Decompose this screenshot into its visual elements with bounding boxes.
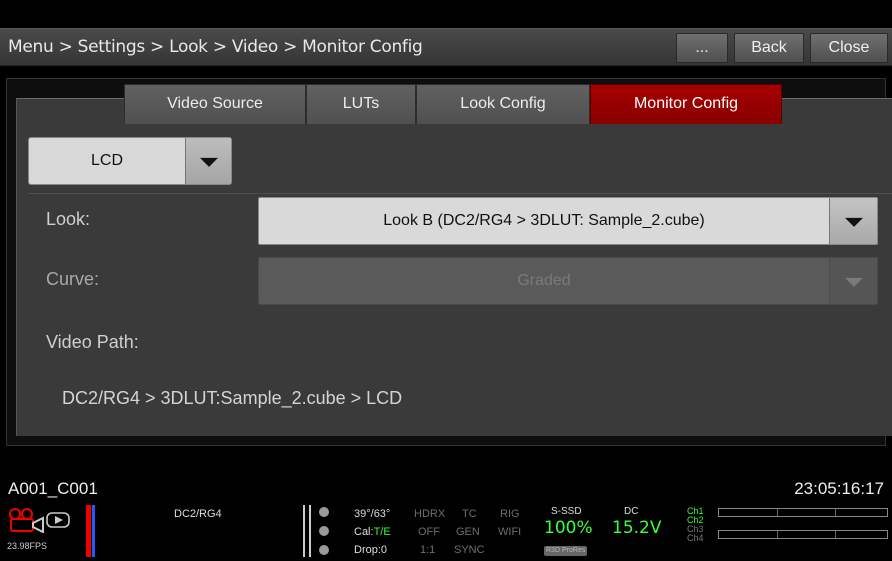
chevron-down-icon — [844, 277, 863, 287]
close-button[interactable]: Close — [810, 33, 888, 63]
monitor-select-arrow[interactable] — [185, 138, 231, 184]
playback-icon[interactable] — [46, 512, 70, 528]
tab-video-source[interactable]: Video Source — [124, 84, 306, 124]
look-name-readout: DC2/RG4 — [174, 508, 222, 520]
hdrx-value: OFF — [418, 526, 440, 538]
look-select-value: Look B (DC2/RG4 > 3DLUT: Sample_2.cube) — [383, 212, 705, 229]
status-dot — [319, 545, 329, 555]
video-path-value: DC2/RG4 > 3DLUT:Sample_2.cube > LCD — [62, 388, 403, 408]
monitor-select[interactable]: LCD — [28, 137, 232, 185]
clip-name: A001_C001 — [8, 479, 98, 498]
cal-readout: Cal:T/E — [354, 526, 391, 539]
look-select-arrow[interactable] — [829, 198, 877, 244]
prores-badge: ProRes — [560, 546, 588, 556]
fps-readout: 23.98FPS — [7, 541, 48, 551]
record-indicator-bar — [86, 505, 91, 557]
cal-label: Cal: — [354, 526, 374, 538]
channel-4: Ch4 — [687, 533, 704, 543]
power-label: DC — [624, 506, 639, 517]
look-select[interactable]: Look B (DC2/RG4 > 3DLUT: Sample_2.cube) — [258, 197, 878, 245]
temperature-readout: 39°/63° — [354, 508, 391, 520]
divider — [28, 193, 892, 194]
divider — [309, 505, 311, 557]
meter-tick — [777, 509, 778, 516]
tab-luts[interactable]: LUTs — [306, 84, 416, 124]
tab-look-config[interactable]: Look Config — [416, 84, 590, 124]
rig-label: RIG — [500, 508, 520, 520]
curve-label: Curve: — [46, 269, 100, 289]
hdrx-label: HDRX — [414, 508, 446, 520]
drop-readout: Drop:0 — [354, 544, 388, 556]
audio-indicator-bar — [92, 505, 95, 557]
meter-tick — [835, 531, 836, 538]
hdrx-ratio: 1:1 — [420, 544, 436, 556]
media-value: 100% — [544, 518, 593, 538]
cal-value: T/E — [373, 526, 391, 538]
header-bar: Menu > Settings > Look > Video > Monitor… — [0, 28, 892, 66]
chevron-down-icon — [844, 217, 863, 227]
audio-meter-2 — [718, 530, 888, 539]
meter-tick — [777, 531, 778, 538]
meter-tick — [835, 509, 836, 516]
status-dot — [319, 526, 329, 536]
status-dot — [319, 507, 329, 517]
divider — [303, 505, 305, 557]
tc-sync: SYNC — [454, 544, 485, 556]
power-value: 15.2V — [612, 518, 662, 538]
timecode: 23:05:16:17 — [794, 479, 884, 498]
more-button[interactable]: ... — [676, 33, 728, 63]
audio-meter-1 — [718, 508, 888, 517]
tc-label: TC — [462, 508, 477, 520]
chevron-down-icon — [199, 157, 218, 167]
back-button[interactable]: Back — [734, 33, 804, 63]
media-label: S-SSD — [551, 506, 582, 517]
look-label: Look: — [46, 209, 91, 229]
rig-value: WIFI — [498, 526, 522, 538]
breadcrumb: Menu > Settings > Look > Video > Monitor… — [8, 37, 423, 57]
camera-record-icon — [9, 508, 44, 533]
video-path-label: Video Path: — [46, 332, 139, 352]
curve-select: Graded — [258, 257, 878, 305]
curve-select-value: Graded — [517, 272, 571, 289]
tc-value: GEN — [456, 526, 480, 538]
monitor-select-value: LCD — [90, 152, 123, 169]
curve-select-arrow — [829, 258, 877, 304]
tab-monitor-config[interactable]: Monitor Config — [590, 84, 782, 124]
